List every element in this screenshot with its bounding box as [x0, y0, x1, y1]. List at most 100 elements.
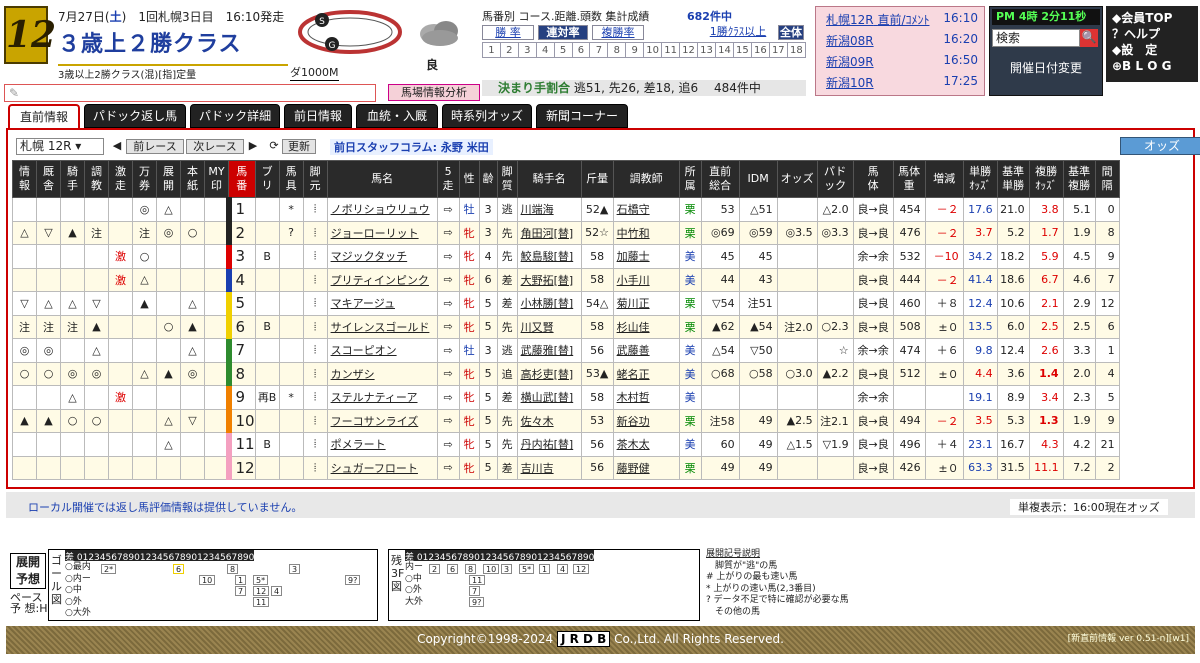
- tab-3[interactable]: 前日情報: [284, 104, 352, 128]
- tab-2[interactable]: パドック詳細: [190, 104, 280, 128]
- col-header[interactable]: 騎手名: [516, 160, 582, 198]
- trainer-link[interactable]: 武藤善: [612, 338, 680, 363]
- race-list-item[interactable]: 札幌12R 直前/ｺﾒﾝﾄ 16:10: [826, 11, 978, 28]
- race-list-item[interactable]: 新潟10R 17:25: [826, 74, 978, 91]
- member-top-link[interactable]: ◆会員TOP: [1112, 10, 1192, 26]
- col-header[interactable]: 馬 番: [228, 160, 256, 198]
- col-header[interactable]: 展 開: [156, 160, 181, 198]
- race-list-item[interactable]: 新潟08R 16:20: [826, 32, 978, 49]
- horse-row[interactable]: ▲ ▲ ○ ○ △ ▽ 10 ⦙ フーコサンライズ ⇨ 牝 5 先佐々木 53 新谷功栗注58 49 ▲2.5 注…: [12, 408, 1120, 433]
- col-header[interactable]: 馬名: [326, 160, 438, 198]
- race-list-item[interactable]: 新潟09R 16:50: [826, 53, 978, 70]
- col-header[interactable]: MY 印: [204, 160, 229, 198]
- trainer-link[interactable]: 杉山佳: [612, 314, 680, 339]
- date-change-button[interactable]: 開催日付変更: [990, 59, 1102, 76]
- col-header[interactable]: 万 券: [132, 160, 157, 198]
- col-header[interactable]: 単勝 ｵｯｽﾞ: [962, 160, 998, 198]
- col-header[interactable]: 調教師: [612, 160, 680, 198]
- horse-row[interactable]: ○ ○ ◎ ◎ △ ▲ ◎ 8 ⦙ カンザシ ⇨ 牝 5 追高杉吏[替] 53▲ 蛯名正美 ○68 ○58 ○3.0…: [12, 361, 1120, 386]
- tab-place-rate[interactable]: 連対率: [538, 25, 588, 40]
- horse-name-link[interactable]: プリティインピンク: [326, 267, 438, 292]
- col-header[interactable]: 直前 総合: [700, 160, 740, 198]
- all-button[interactable]: 全体: [778, 25, 804, 40]
- trainer-link[interactable]: 小手川: [612, 267, 680, 292]
- col-header[interactable]: 間 隔: [1094, 160, 1120, 198]
- next-arrow-icon[interactable]: ▶: [248, 139, 258, 154]
- horse-name-link[interactable]: ノボリショウリュウ: [326, 197, 438, 222]
- horse-name-link[interactable]: サイレンスゴールド: [326, 314, 438, 339]
- col-header[interactable]: 齢: [478, 160, 498, 198]
- horse-row[interactable]: 激 ○ 3 B ⦙ マジックタッチ ⇨ 牝 4 先鮫島駿[替] 58 加藤士美 45 45 余→余 532 －1…: [12, 244, 1120, 269]
- next-race-button[interactable]: 次レース: [186, 139, 244, 154]
- search-input[interactable]: 検索: [992, 29, 1080, 47]
- col-header[interactable]: 激 走: [108, 160, 133, 198]
- track-analysis-button[interactable]: 馬場情報分析: [388, 84, 480, 101]
- trainer-link[interactable]: 加藤士: [612, 244, 680, 269]
- col-header[interactable]: 馬 体: [852, 160, 894, 198]
- jockey-link[interactable]: 武藤雅[替]: [516, 338, 582, 363]
- jockey-link[interactable]: 吉川吉: [516, 455, 582, 480]
- col-header[interactable]: 脚 元: [302, 160, 328, 198]
- tab-0[interactable]: 直前情報: [8, 104, 80, 130]
- jockey-link[interactable]: 横山武[替]: [516, 385, 582, 410]
- prev-arrow-icon[interactable]: ◀: [112, 139, 122, 154]
- jockey-link[interactable]: 鮫島駿[替]: [516, 244, 582, 269]
- trainer-link[interactable]: 菊川正: [612, 291, 680, 316]
- col-header[interactable]: 本 紙: [180, 160, 205, 198]
- col-header[interactable]: IDM: [738, 160, 778, 198]
- horse-row[interactable]: 激 △ 4 ⦙ プリティインピンク ⇨ 牝 6 差大野拓[替] 58 小手川美 44 43 良→良 444 －…: [12, 267, 1120, 292]
- trainer-link[interactable]: 新谷功: [612, 408, 680, 433]
- jockey-link[interactable]: 小林勝[替]: [516, 291, 582, 316]
- jockey-link[interactable]: 佐々木: [516, 408, 582, 433]
- col-header[interactable]: 厩 舎: [36, 160, 61, 198]
- col-header[interactable]: 馬体 重: [892, 160, 926, 198]
- staff-column-link[interactable]: 前日スタッフコラム: 永野 米田: [330, 139, 493, 155]
- tab-win-rate[interactable]: 勝 率: [482, 25, 534, 40]
- col-header[interactable]: 騎 手: [60, 160, 85, 198]
- refresh-button[interactable]: 更新: [282, 139, 316, 154]
- col-header[interactable]: パド ック: [816, 160, 854, 198]
- trainer-link[interactable]: 木村哲: [612, 385, 680, 410]
- col-header[interactable]: 斤量: [580, 160, 614, 198]
- horse-row[interactable]: ◎ ◎ △ △ 7 ⦙ スコーピオン ⇨ 牡 3 逃武藤雅[替] 56 武藤善美 △54 ▽50 ☆ 余→余 47…: [12, 338, 1120, 363]
- col-header[interactable]: 複勝 ｵｯｽﾞ: [1028, 160, 1064, 198]
- horse-row[interactable]: △ ▽ ▲ 注注 ◎ ○ 2? ⦙ ジョーローリット ⇨ 牝 3 先角田河[替] 52☆ 中竹和栗 ◎69 ◎5…: [12, 220, 1120, 245]
- race-select[interactable]: 札幌 12R ▾: [16, 138, 104, 155]
- horse-name-link[interactable]: シュガーフロート: [326, 455, 438, 480]
- col-header[interactable]: 5 走: [436, 160, 460, 198]
- horse-row[interactable]: 注注注 ▲ ○ ▲ 6 B ⦙ サイレンスゴールド ⇨ 牝 5 先川又賢 58 杉山佳栗 ▲62 ▲54 注2.…: [12, 314, 1120, 339]
- horse-name-link[interactable]: ステルナティーア: [326, 385, 438, 410]
- jockey-link[interactable]: 川又賢: [516, 314, 582, 339]
- horse-name-link[interactable]: フーコサンライズ: [326, 408, 438, 433]
- col-header[interactable]: オッズ: [776, 160, 818, 198]
- trainer-link[interactable]: 藤野健: [612, 455, 680, 480]
- trainer-link[interactable]: 石橋守: [612, 197, 680, 222]
- horse-name-link[interactable]: スコーピオン: [326, 338, 438, 363]
- memo-input[interactable]: ✎: [4, 84, 376, 102]
- tab-4[interactable]: 血統・入厩: [356, 104, 438, 128]
- horse-name-link[interactable]: マキアージュ: [326, 291, 438, 316]
- odds-button[interactable]: オッズ: [1120, 137, 1200, 155]
- help-link[interactable]: ？ヘルプ: [1112, 26, 1192, 42]
- class-filter-link[interactable]: 1勝ｸﾗｽ以上: [702, 25, 774, 40]
- col-header[interactable]: 基準 単勝: [996, 160, 1030, 198]
- trainer-link[interactable]: 蛯名正: [612, 361, 680, 386]
- jockey-link[interactable]: 大野拓[替]: [516, 267, 582, 292]
- col-header[interactable]: 所 属: [678, 160, 702, 198]
- horse-row[interactable]: △ 激 9 再B * ⦙ ステルナティーア ⇨ 牝 5 差横山武[替] 58 木村哲美余→余 19.1 8.…: [12, 385, 1120, 410]
- jockey-link[interactable]: 高杉吏[替]: [516, 361, 582, 386]
- jockey-link[interactable]: 川端海: [516, 197, 582, 222]
- col-header[interactable]: 調 教: [84, 160, 109, 198]
- trainer-link[interactable]: 茶木太: [612, 432, 680, 457]
- trainer-link[interactable]: 中竹和: [612, 220, 680, 245]
- tab-1[interactable]: パドック返し馬: [84, 104, 186, 128]
- blog-link[interactable]: ⊕B L O G: [1112, 58, 1192, 74]
- horse-row[interactable]: △ 11 B ⦙ ポメラート ⇨ 牝 5 先丹内祐[替] 56 茶木太美 60 49 △1.5 ▽1.9 良→…: [12, 432, 1120, 457]
- search-icon[interactable]: 🔍: [1080, 29, 1098, 47]
- horse-name-link[interactable]: カンザシ: [326, 361, 438, 386]
- refresh-icon[interactable]: ⟳: [268, 139, 280, 154]
- tab-show-rate[interactable]: 複勝率: [592, 25, 644, 40]
- col-header[interactable]: 情 報: [12, 160, 37, 198]
- horse-name-link[interactable]: ポメラート: [326, 432, 438, 457]
- col-header[interactable]: 脚 質: [496, 160, 518, 198]
